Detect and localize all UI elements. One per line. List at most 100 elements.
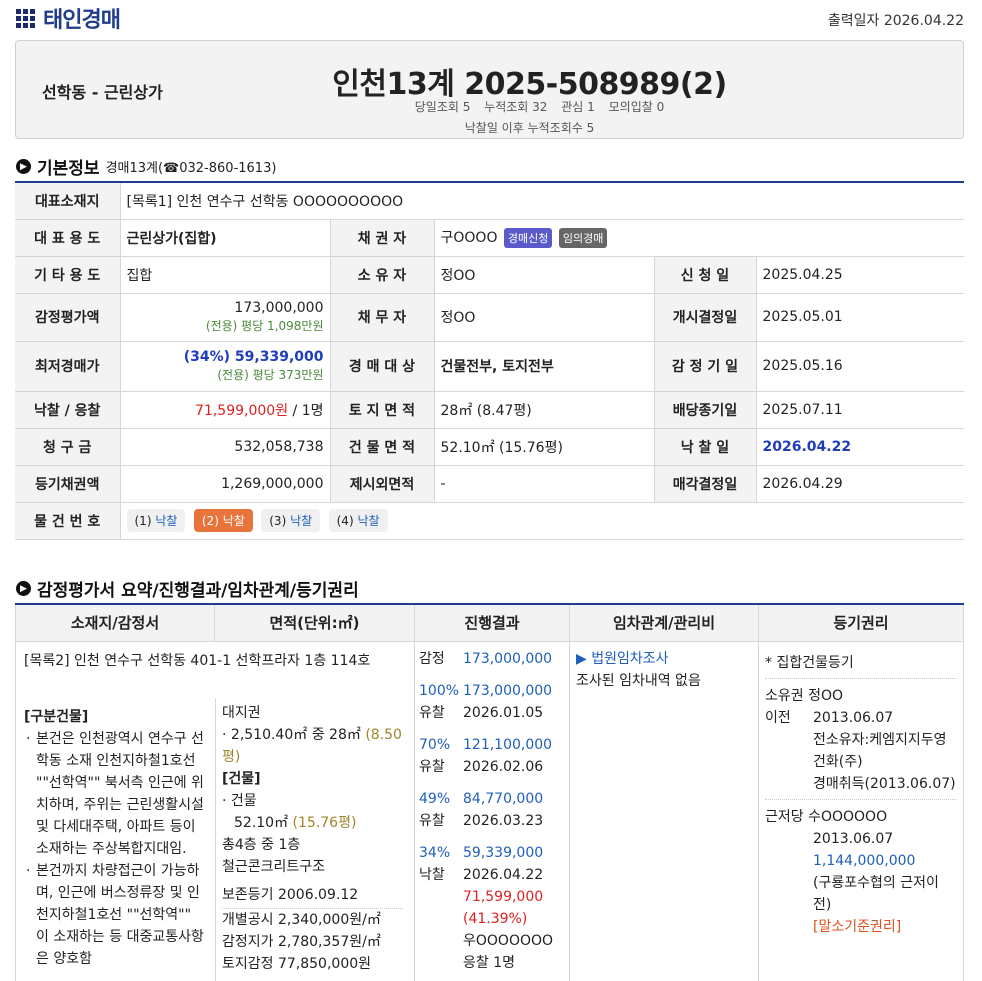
cell-value: 532,058,738 bbox=[119, 428, 330, 466]
cell-label: 최저경매가 bbox=[15, 341, 120, 392]
cell-label: 기 타 용 도 bbox=[15, 256, 120, 294]
progress-cell: 감정 173,000,000 100% 173,000,000 유찰 2026.01.… bbox=[414, 640, 570, 981]
cell-value: 근린상가(집합) bbox=[119, 219, 330, 257]
creditor-cell: 구OOOO 경매신청 임의경매 bbox=[433, 219, 964, 257]
mortgage-note: (구룡포수협의 근저이전) bbox=[813, 874, 939, 913]
cell-value: 2025.07.11 bbox=[755, 391, 964, 429]
round-status: 유찰 bbox=[419, 704, 445, 721]
col-header: 소재지/감정서 bbox=[15, 604, 215, 642]
stat-today: 당일조회 5 bbox=[414, 100, 471, 114]
cell-label: 경 매 대 상 bbox=[329, 341, 434, 392]
area-details: 대지권 · 2,510.40㎡ 중 28㎡ (8.50평) [건물] · 건물 … bbox=[215, 697, 409, 981]
floors: 총4층 중 1층 bbox=[222, 836, 301, 853]
round-date: 2026.03.23 bbox=[463, 812, 544, 829]
stat-total: 누적조회 32 bbox=[484, 100, 548, 114]
round-date: 2026.02.06 bbox=[463, 758, 544, 775]
table-row: 대표소재지 [목록1] 인천 연수구 선학동 OOOOOOOOOO bbox=[15, 182, 964, 220]
section-title: 기본정보 bbox=[37, 159, 100, 179]
lease-note: 조사된 임차내역 없음 bbox=[576, 672, 701, 689]
winning-date: 2026.04.22 bbox=[755, 428, 964, 466]
print-date: 출력일자 2026.04.22 bbox=[827, 13, 964, 29]
summary-table: 소재지/감정서 면적(단위:㎡) 진행결과 임차관계/관리비 등기권리 [목록2… bbox=[15, 603, 964, 981]
structure: 철근콘크리트구조 bbox=[222, 858, 326, 875]
stat-mock-bid: 모의입찰 0 bbox=[608, 100, 665, 114]
cell-value: - bbox=[433, 465, 654, 503]
cell-label: 개시결정일 bbox=[653, 293, 756, 342]
table-row: 낙찰 / 응찰 71,599,000원 / 1명 토 지 면 적 28㎡ (8.… bbox=[15, 391, 964, 429]
case-header: 선학동 - 근린상가 인천13계 2025-508989(2) 당일조회 5 누… bbox=[15, 40, 964, 139]
land-appraisal: 토지감정 77,850,000원 bbox=[222, 955, 372, 972]
mortgagee-name: 수OOOOOO bbox=[808, 808, 888, 825]
cell-value: 2026.04.29 bbox=[755, 465, 964, 503]
court-lease-survey-link[interactable]: ▶ 법원임차조사 bbox=[576, 648, 752, 670]
item-status: 낙찰 bbox=[222, 514, 245, 528]
ownership-date: 2013.06.07 bbox=[813, 709, 894, 726]
round-pct: 100% bbox=[419, 682, 460, 699]
table-row: [목록2] 인천 연수구 선학동 401-1 선학프라자 1층 114호 [구분… bbox=[15, 640, 964, 981]
winning-bid: 71,599,000원 bbox=[195, 402, 289, 419]
cell-label: 대 표 용 도 bbox=[15, 219, 120, 257]
item-number: (3) bbox=[269, 514, 287, 528]
winning-bid-cell: 71,599,000원 / 1명 bbox=[119, 391, 330, 429]
round-date: 2026.04.22 bbox=[463, 866, 544, 883]
cell-label: 채 무 자 bbox=[329, 293, 434, 342]
min-price-value: 59,339,000 bbox=[234, 349, 324, 365]
logo-text: 태인경매 bbox=[43, 8, 121, 33]
arrow-bullet-icon: ▶ bbox=[16, 581, 31, 596]
table-row: 최저경매가 (34%) 59,339,000 (전용) 평당 373만원 경 매… bbox=[15, 341, 964, 392]
min-price-pct: (34%) bbox=[183, 349, 231, 365]
previous-owner: 전소유자:케엠지지두영건화(주) bbox=[813, 731, 947, 770]
round-pct: 49% bbox=[419, 790, 451, 807]
public-price: 개별공시 2,340,000원/㎡ bbox=[222, 911, 381, 928]
item-button-4[interactable]: (4) 낙찰 bbox=[328, 509, 388, 532]
building-area-title: [건물] bbox=[222, 770, 261, 787]
min-price-per-py: (전용) 평당 373만원 bbox=[217, 368, 324, 382]
appraisal-cell: 173,000,000 (전용) 평당 1,098만원 bbox=[119, 293, 330, 342]
rights-head: * 집합건물등기 bbox=[765, 652, 957, 679]
address-area-cell: [목록2] 인천 연수구 선학동 401-1 선학프라자 1층 114호 [구분… bbox=[15, 640, 415, 981]
winner-name: 우OOOOOOO bbox=[463, 932, 554, 949]
bidder-count: / 1명 bbox=[288, 402, 324, 419]
item-number: (4) bbox=[336, 514, 354, 528]
appraisal-value: 173,000,000 bbox=[234, 300, 324, 316]
col-header: 진행결과 bbox=[414, 604, 570, 642]
cell-value: 건물전부, 토지전부 bbox=[433, 341, 654, 392]
cell-label: 배당종기일 bbox=[653, 391, 756, 429]
appraisal-summary: [구분건물] 본건은 인천광역시 연수구 선학동 소재 인천지하철1호선 ""선… bbox=[16, 698, 215, 978]
item-button-3[interactable]: (3) 낙찰 bbox=[261, 509, 321, 532]
round-status: 유찰 bbox=[419, 812, 445, 829]
cell-label: 토 지 면 적 bbox=[329, 391, 434, 429]
item-status: 낙찰 bbox=[155, 514, 178, 528]
table-row: 감정평가액 173,000,000 (전용) 평당 1,098만원 채 무 자 … bbox=[15, 293, 964, 342]
cell-label: 소 유 자 bbox=[329, 256, 434, 294]
cell-label: 낙 찰 일 bbox=[653, 428, 756, 466]
logo-grid-icon bbox=[16, 8, 35, 28]
mortgage-date: 2013.06.07 bbox=[813, 830, 894, 847]
appraisal-label: 감정 bbox=[419, 650, 445, 667]
item-number: (2) bbox=[201, 514, 219, 528]
cell-label: 제시외면적 bbox=[329, 465, 434, 503]
table-row: 대 표 용 도 근린상가(집합) 채 권 자 구OOOO 경매신청 임의경매 bbox=[15, 219, 964, 257]
building-area: 52.10㎡ bbox=[234, 814, 289, 831]
cell-label: 청 구 금 bbox=[15, 428, 120, 466]
land-area: 2,510.40㎡ 중 28㎡ bbox=[230, 726, 361, 743]
appraisal-value: 173,000,000 bbox=[463, 650, 553, 667]
winning-price: 71,599,000 bbox=[463, 888, 544, 905]
cell-value: 28㎡ (8.47평) bbox=[433, 391, 654, 429]
round-price: 59,339,000 bbox=[463, 844, 544, 861]
item-number: (1) bbox=[134, 514, 152, 528]
lease-cell: ▶ 법원임차조사 조사된 임차내역 없음 bbox=[569, 640, 759, 981]
bidder-count: 응찰 1명 bbox=[463, 954, 515, 971]
table-header-row: 소재지/감정서 면적(단위:㎡) 진행결과 임차관계/관리비 등기권리 bbox=[15, 604, 964, 642]
arrow-bullet-icon: ▶ bbox=[16, 159, 31, 174]
round-date: 2026.01.05 bbox=[463, 704, 544, 721]
appraisal-per-py: (전용) 평당 1,098만원 bbox=[205, 319, 324, 333]
item-status: 낙찰 bbox=[357, 514, 380, 528]
ownership-cause: 경매취득(2013.06.07) bbox=[765, 773, 957, 800]
item-button-1[interactable]: (1) 낙찰 bbox=[126, 509, 186, 532]
logo[interactable]: 태인경매 bbox=[16, 2, 121, 34]
item-button-2[interactable]: (2) 낙찰 bbox=[193, 509, 253, 532]
cell-value: 정OO bbox=[433, 293, 654, 342]
cell-label: 건 물 면 적 bbox=[329, 428, 434, 466]
owner-name: 정OO bbox=[808, 687, 844, 704]
